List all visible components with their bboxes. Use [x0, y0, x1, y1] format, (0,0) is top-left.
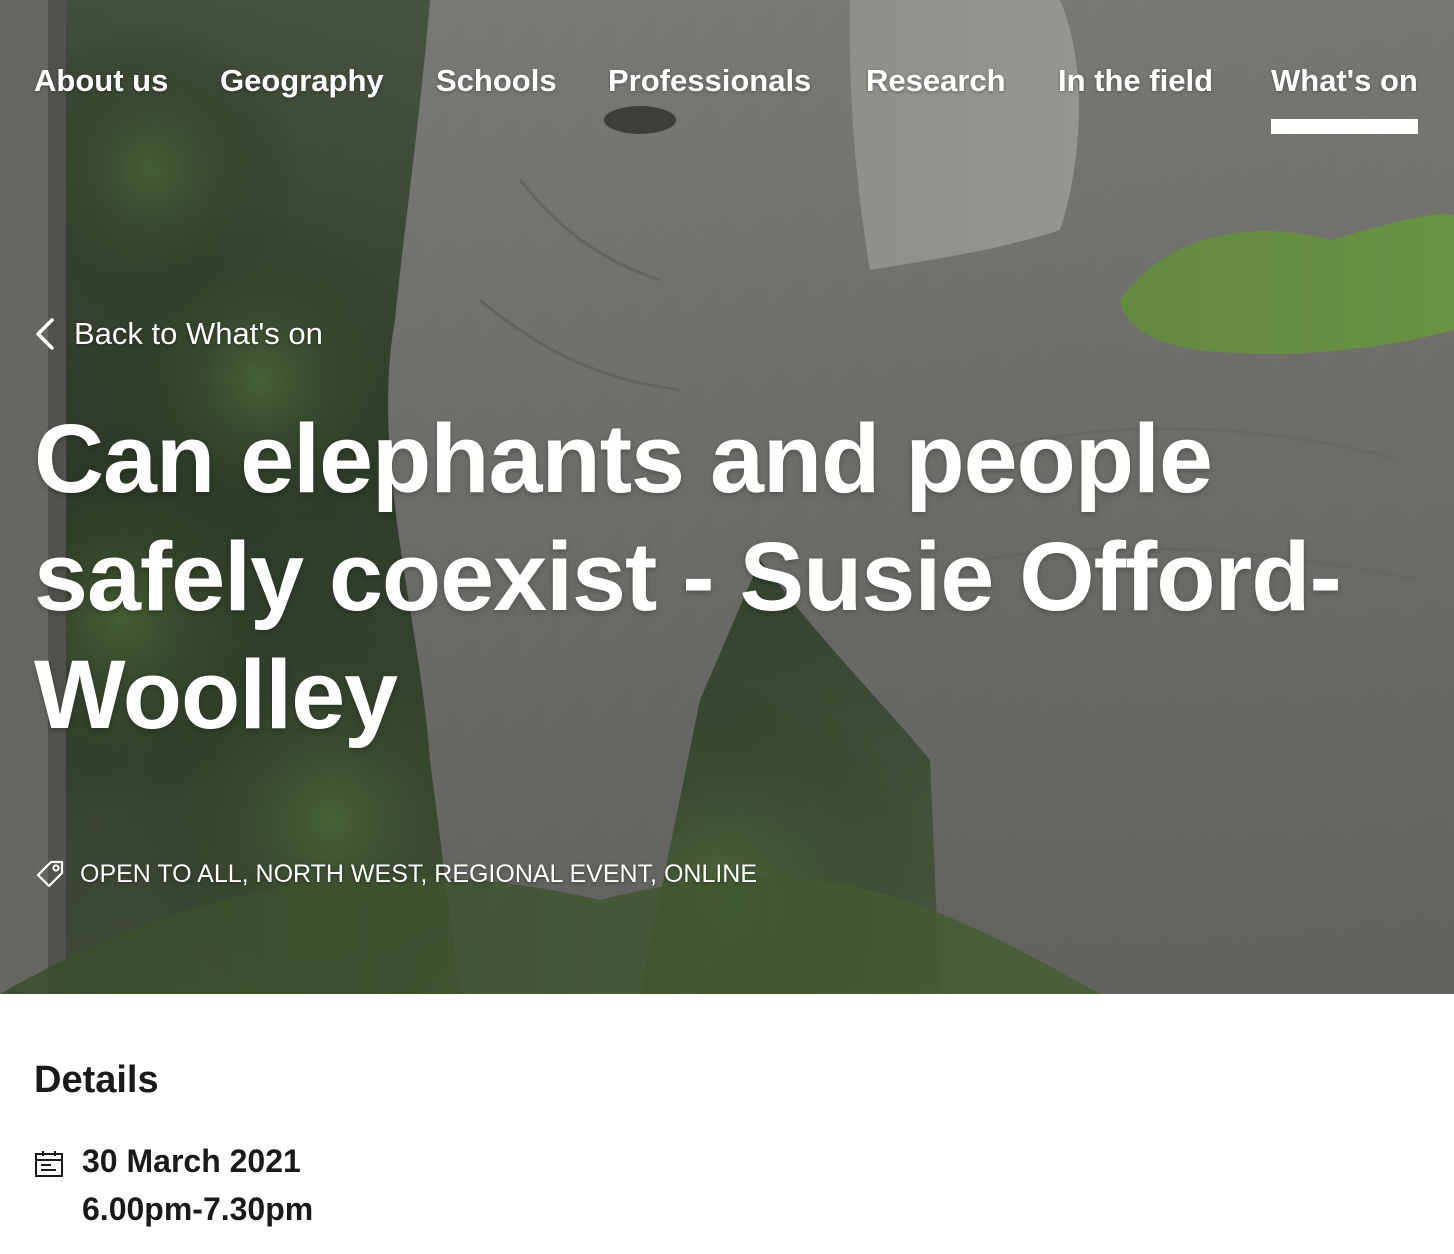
nav-item-label: Geography [220, 63, 384, 98]
nav-item-label: What's on [1271, 63, 1418, 98]
nav-item-in-the-field[interactable]: In the field [1058, 60, 1213, 140]
event-tags-label: OPEN TO ALL, NORTH WEST, REGIONAL EVENT,… [80, 860, 758, 888]
nav-item-label: Professionals [608, 63, 812, 98]
active-nav-indicator [1271, 119, 1418, 134]
hero-banner: About us Geography Schools Professionals… [0, 0, 1454, 994]
details-heading: Details [34, 1059, 159, 1101]
nav-item-whats-on[interactable]: What's on [1271, 60, 1418, 140]
nav-item-professionals[interactable]: Professionals [608, 60, 811, 140]
tag-icon [36, 860, 64, 888]
back-to-whats-on-link[interactable]: Back to What's on [34, 312, 323, 356]
nav-item-research[interactable]: Research [866, 60, 1006, 140]
back-link-label: Back to What's on [74, 316, 323, 351]
event-tags: OPEN TO ALL, NORTH WEST, REGIONAL EVENT,… [34, 856, 757, 892]
nav-item-label: Research [866, 63, 1006, 98]
nav-item-label: About us [34, 63, 169, 98]
event-date: 30 March 2021 [82, 1143, 301, 1179]
main-navigation: About us Geography Schools Professionals… [0, 60, 1454, 140]
event-time: 6.00pm-7.30pm [82, 1191, 314, 1227]
nav-item-label: In the field [1058, 63, 1213, 98]
calendar-icon [35, 1151, 63, 1177]
nav-item-about-us[interactable]: About us [34, 60, 168, 140]
event-title: Can elephants and people safely coexist … [34, 404, 1342, 749]
chevron-left-icon [36, 318, 54, 350]
nav-item-label: Schools [436, 63, 557, 98]
nav-item-schools[interactable]: Schools [436, 60, 557, 140]
nav-item-geography[interactable]: Geography [220, 60, 384, 140]
